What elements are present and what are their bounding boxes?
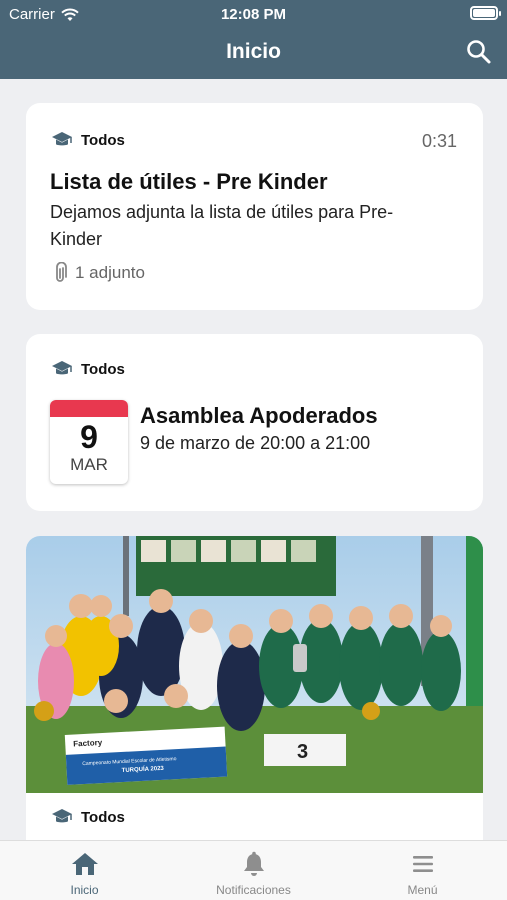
- post-card[interactable]: Todos 0:31 Lista de útiles - Pre Kinder …: [26, 103, 483, 310]
- podium-number: 3: [297, 741, 308, 763]
- paperclip-icon: [56, 262, 67, 282]
- event-title: Asamblea Apoderados: [140, 403, 378, 428]
- calendar-month: MAR: [70, 455, 108, 474]
- app-header: Carrier 12:08 PM Inicio: [0, 0, 507, 79]
- tab-bar: Inicio Notificaciones Menú: [0, 840, 507, 900]
- tab-label: Menú: [407, 883, 438, 897]
- graduation-cap-icon: [52, 809, 72, 823]
- post-body: Dejamos adjunta la lista de útiles para …: [50, 202, 394, 249]
- audience-label: Todos: [81, 360, 125, 378]
- attachment-count: 1 adjunto: [75, 263, 145, 282]
- calendar-day: 9: [80, 419, 98, 455]
- calendar-header: [50, 400, 128, 417]
- banner-brand: Factory: [73, 738, 103, 749]
- tab-notificaciones[interactable]: Notificaciones: [169, 841, 338, 900]
- tab-label: Inicio: [70, 883, 99, 897]
- battery-icon: [470, 6, 501, 20]
- audience-tag: Todos: [51, 131, 125, 149]
- audience-label: Todos: [81, 131, 125, 149]
- bell-icon: [243, 851, 264, 876]
- graduation-cap-icon: [52, 132, 72, 146]
- page-title: Inicio: [226, 40, 281, 63]
- menu-icon: [412, 856, 433, 872]
- audience-tag: Todos: [51, 360, 125, 378]
- post-time: 0:31: [421, 131, 457, 151]
- tab-label: Notificaciones: [216, 883, 291, 897]
- home-icon: [71, 853, 98, 875]
- audience-tag: Todos: [51, 808, 125, 826]
- graduation-cap-icon: [52, 361, 72, 375]
- post-title: Lista de útiles - Pre Kinder: [50, 169, 328, 194]
- audience-label: Todos: [81, 808, 125, 826]
- event-datetime: 9 de marzo de 20:00 a 21:00: [140, 433, 371, 453]
- tab-menu[interactable]: Menú: [338, 841, 507, 900]
- team-photo[interactable]: 3 Factory Campeonato Mundial Escolar de …: [26, 536, 483, 793]
- tab-inicio[interactable]: Inicio: [0, 841, 169, 900]
- event-card[interactable]: Todos 9 MAR Asamblea Apoderados 9 de mar…: [26, 334, 483, 511]
- search-icon[interactable]: [465, 38, 493, 66]
- feed-list[interactable]: Todos 0:31 Lista de útiles - Pre Kinder …: [0, 79, 507, 840]
- status-time: 12:08 PM: [220, 6, 287, 23]
- status-bar: Carrier 12:08 PM: [0, 0, 507, 28]
- photo-post-card[interactable]: 3 Factory Campeonato Mundial Escolar de …: [26, 536, 483, 840]
- calendar-date-badge: 9 MAR: [50, 400, 128, 484]
- attachment-link[interactable]: 1 adjunto: [53, 262, 145, 284]
